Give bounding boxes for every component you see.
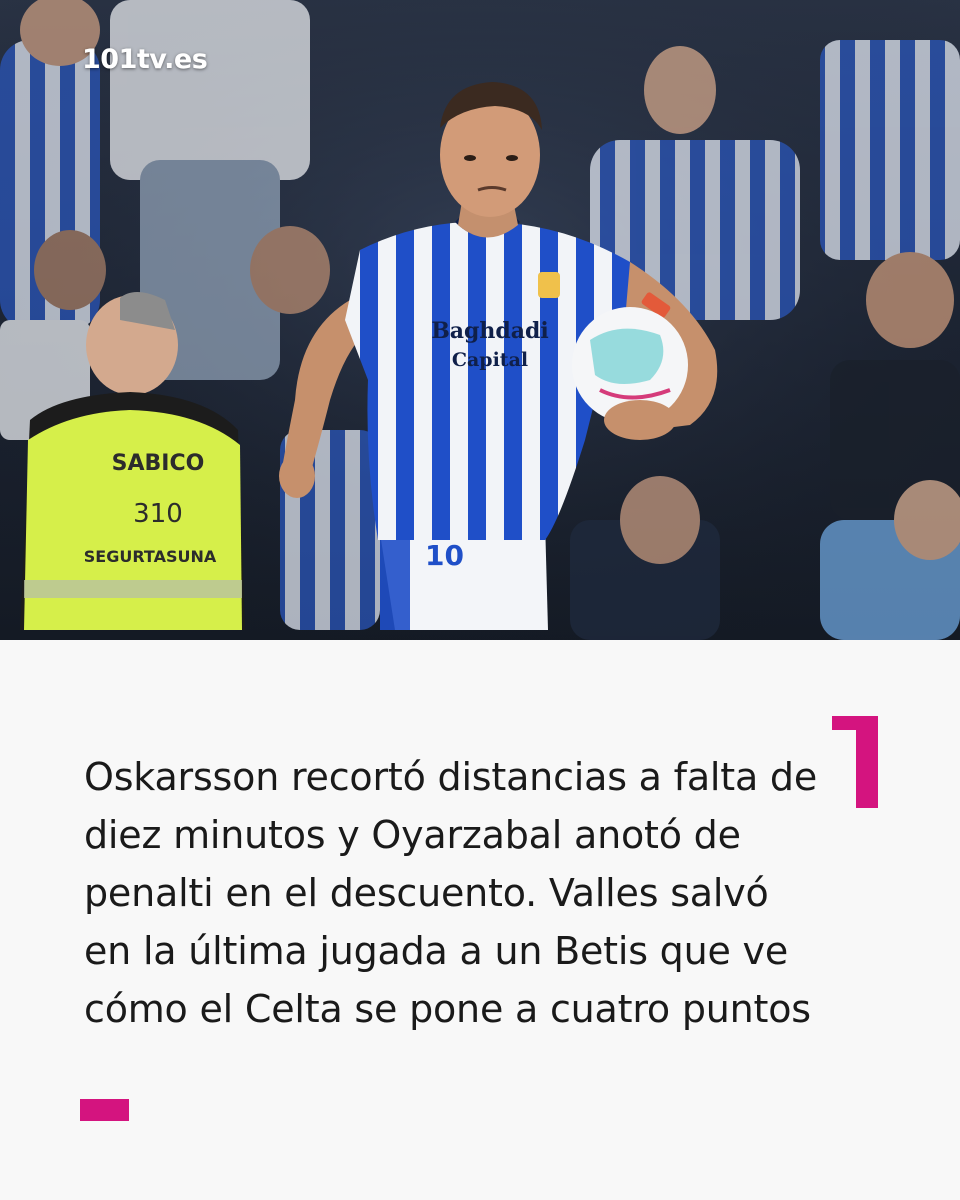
svg-text:SEGURTASUNA: SEGURTASUNA <box>84 547 217 566</box>
hero-photo: SABICO 310 SEGURTASUNA Baghdadi Capital … <box>0 0 960 640</box>
svg-text:Capital: Capital <box>452 349 528 371</box>
svg-text:310: 310 <box>133 499 183 529</box>
brand-logo: 101tv.es <box>82 44 208 75</box>
corner-bracket-icon <box>832 716 878 808</box>
headline-text: Oskarsson recortó distancias a falta de … <box>84 755 818 1031</box>
svg-text:Baghdadi: Baghdadi <box>431 318 549 344</box>
accent-dash <box>80 1099 129 1121</box>
headline-card: Oskarsson recortó distancias a falta de … <box>0 640 960 1200</box>
svg-text:SABICO: SABICO <box>112 451 205 476</box>
corner-bracket-side <box>856 716 878 808</box>
svg-text:10: 10 <box>425 539 464 572</box>
club-crest-icon <box>538 272 560 298</box>
